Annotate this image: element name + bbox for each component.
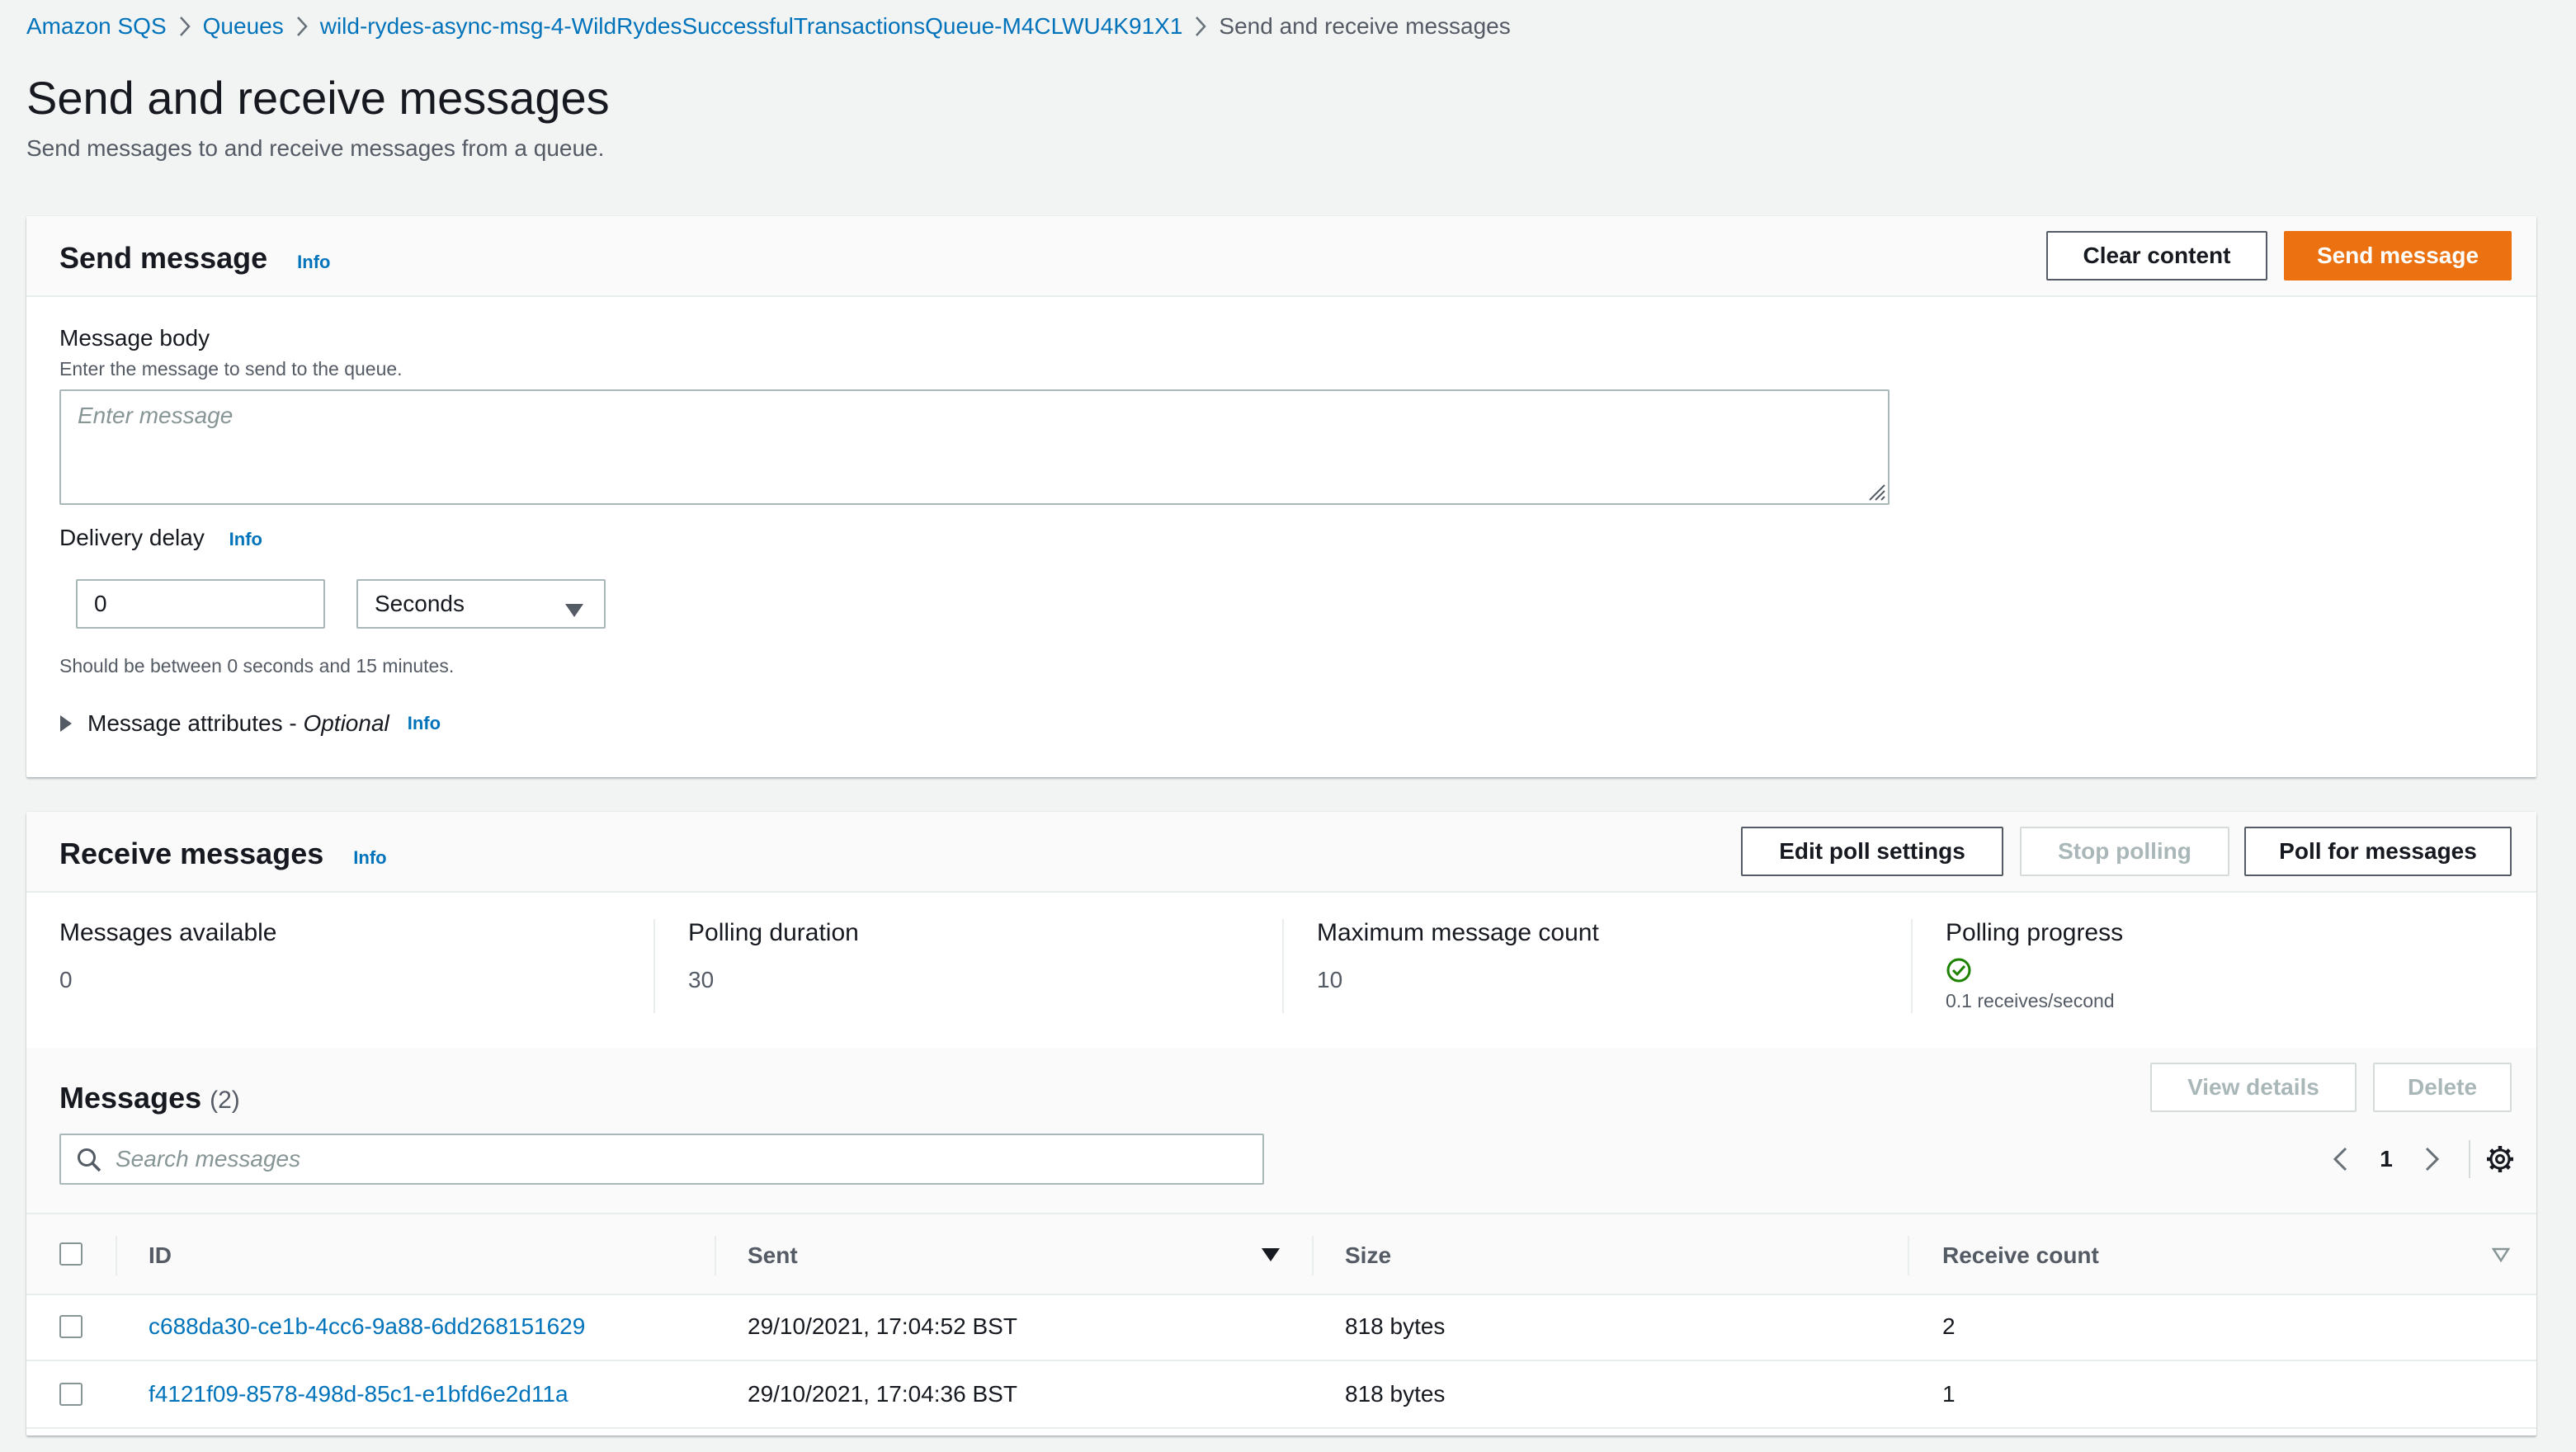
row-checkbox[interactable] [59,1315,83,1338]
delete-button[interactable]: Delete [2373,1063,2512,1112]
delivery-delay-info-link[interactable]: Info [229,529,262,549]
message-size: 818 bytes [1345,1313,1446,1339]
chevron-right-icon [2425,1147,2440,1172]
receive-messages-header: Receive messages Info Edit poll settings… [26,812,2536,893]
message-id-link[interactable]: f4121f09-8578-498d-85c1-e1bfd6e2d11a [149,1381,569,1407]
chevron-right-icon [284,12,320,41]
column-separator [1908,1236,1909,1275]
stat-divider [1282,919,1284,1013]
delay-unit-select[interactable]: Seconds [356,579,606,629]
column-header-size[interactable]: Size [1345,1242,1391,1269]
message-attributes-optional: Optional [303,710,389,736]
chevron-left-icon [2333,1147,2347,1172]
next-page-button[interactable] [2413,1138,2452,1180]
table-preferences-button[interactable] [2480,1138,2520,1180]
column-separator [1312,1236,1314,1275]
breadcrumb-current: Send and receive messages [1219,13,1511,39]
view-details-button[interactable]: View details [2150,1063,2357,1112]
messages-count: (2) [210,1087,240,1114]
column-header-id[interactable]: ID [149,1242,172,1269]
message-receive-count: 1 [1942,1381,1956,1407]
sort-indicator-icon[interactable] [2491,1247,2511,1266]
resize-grip-icon[interactable] [1865,480,1886,502]
sort-descending-icon[interactable] [1261,1247,1281,1266]
message-body-input[interactable] [59,389,1890,505]
caret-down-icon [564,597,584,624]
breadcrumb-queues[interactable]: Queues [203,13,284,40]
breadcrumb-queue-name[interactable]: wild-rydes-async-msg-4-WildRydesSuccessf… [320,13,1183,40]
delivery-delay-input[interactable] [76,579,325,629]
column-header-receive-count[interactable]: Receive count [1942,1242,2099,1269]
table-row[interactable]: f4121f09-8578-498d-85c1-e1bfd6e2d11a 29/… [26,1363,2536,1429]
delivery-delay-label: Delivery delay Info [59,525,262,550]
search-icon [76,1147,102,1177]
clear-content-button[interactable]: Clear content [2046,231,2267,280]
message-attributes-label: Message attributes - [87,710,304,736]
messages-header: Messages (2) View details Delete 1 [26,1048,2536,1213]
send-message-title: Send message Info [59,241,331,275]
messages-title: Messages (2) [59,1081,240,1115]
message-sent: 29/10/2021, 17:04:36 BST [748,1381,1017,1407]
page-description: Send messages to and receive messages fr… [26,135,605,161]
receive-messages-info-link[interactable]: Info [353,847,386,868]
polling-progress-value: 0.1 receives/second [1946,990,2115,1011]
breadcrumb-amazon-sqs[interactable]: Amazon SQS [26,13,167,40]
edit-poll-settings-button[interactable]: Edit poll settings [1741,827,2003,876]
page-title: Send and receive messages [26,72,610,124]
column-separator [116,1236,117,1275]
search-input[interactable] [116,1140,1246,1178]
send-message-panel: Send message Info Clear content Send mes… [26,216,2536,777]
receive-messages-panel: Receive messages Info Edit poll settings… [26,812,2536,1436]
gear-icon [2486,1145,2514,1173]
send-message-header: Send message Info Clear content Send mes… [26,216,2536,297]
previous-page-button[interactable] [2320,1138,2360,1180]
message-body-label: Message body [59,325,210,351]
stat-divider [1911,919,1913,1013]
message-id-link[interactable]: c688da30-ce1b-4cc6-9a88-6dd268151629 [149,1313,585,1340]
messages-section: Messages (2) View details Delete 1 [26,1048,2536,1434]
message-attributes-toggle[interactable]: Message attributes - Optional Info [59,710,441,738]
message-receive-count: 2 [1942,1313,1956,1339]
message-size: 818 bytes [1345,1381,1446,1407]
messages-table-header: ID Sent Size Receive count [26,1213,2536,1295]
breadcrumb: Amazon SQS Queues wild-rydes-async-msg-4… [26,12,1511,41]
pager-divider [2469,1140,2470,1178]
caret-right-icon [59,714,73,733]
send-message-info-link[interactable]: Info [297,252,330,272]
message-sent: 29/10/2021, 17:04:52 BST [748,1313,1017,1339]
delivery-delay-hint: Should be between 0 seconds and 15 minut… [59,655,455,676]
delay-unit-value: Seconds [375,591,465,616]
success-check-icon [1946,957,1972,988]
select-all-checkbox[interactable] [59,1242,83,1266]
poll-for-messages-button[interactable]: Poll for messages [2244,827,2512,876]
stat-divider [653,919,655,1013]
stop-polling-button[interactable]: Stop polling [2020,827,2229,876]
chevron-right-icon [167,12,203,41]
message-attributes-info-link[interactable]: Info [408,713,441,734]
message-body-hint: Enter the message to send to the queue. [59,358,403,380]
column-header-sent[interactable]: Sent [748,1242,798,1269]
send-message-button[interactable]: Send message [2284,231,2512,280]
column-separator [715,1236,716,1275]
current-page[interactable]: 1 [2366,1138,2406,1180]
search-box[interactable] [59,1134,1264,1185]
table-row[interactable]: c688da30-ce1b-4cc6-9a88-6dd268151629 29/… [26,1295,2536,1361]
chevron-right-icon [1182,12,1219,41]
receive-messages-title: Receive messages Info [59,837,387,870]
row-checkbox[interactable] [59,1383,83,1406]
